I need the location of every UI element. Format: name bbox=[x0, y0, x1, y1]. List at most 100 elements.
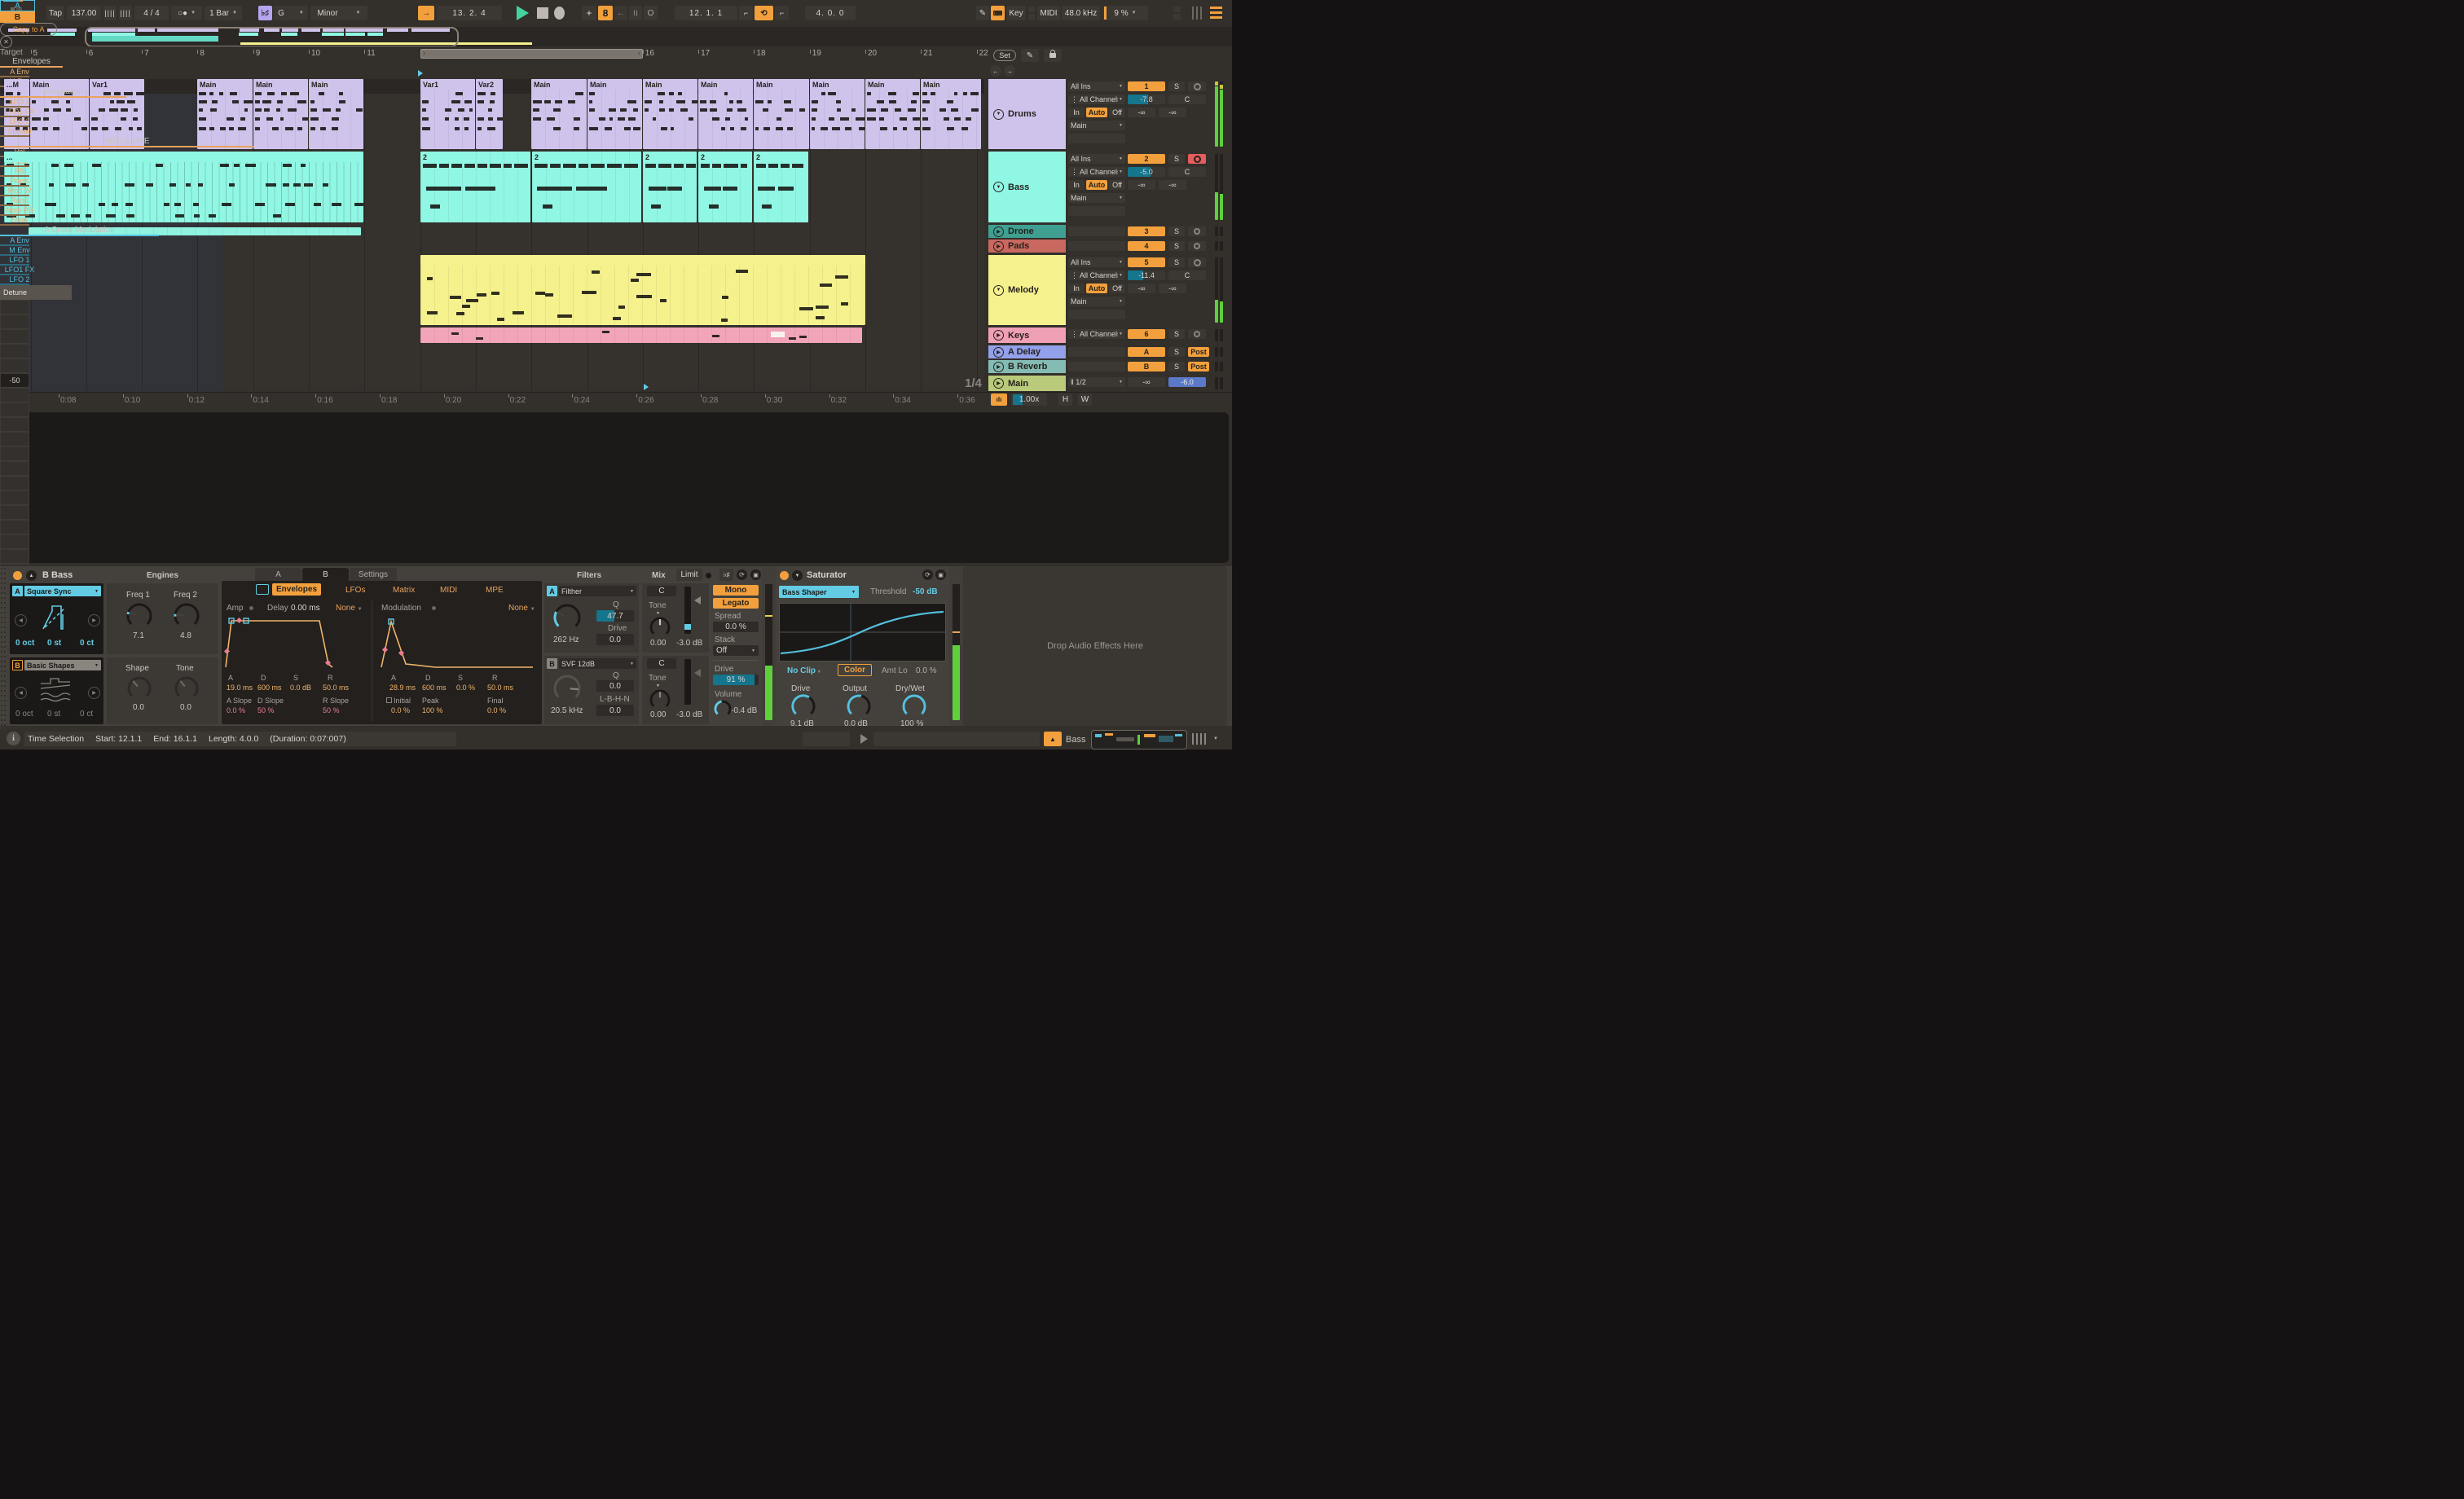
matrix-cell[interactable] bbox=[0, 549, 29, 564]
track-header-drone[interactable]: ▶ Drone 3 S bbox=[984, 225, 1232, 238]
shape-knob[interactable] bbox=[126, 675, 152, 706]
reenable-automation-button[interactable]: ← bbox=[614, 6, 627, 20]
meter-dropdown-icon[interactable]: ▼ bbox=[1213, 736, 1218, 741]
solo-button[interactable]: S bbox=[1168, 154, 1185, 164]
send-b-field[interactable]: -∞ bbox=[1159, 284, 1186, 293]
matrix-cell[interactable] bbox=[0, 417, 29, 432]
time-signature-field[interactable]: 4 / 4 bbox=[134, 6, 169, 20]
filter-a-drive-field[interactable]: 0.0 bbox=[596, 634, 634, 645]
prev-locator-button[interactable]: ← bbox=[990, 65, 1001, 77]
clip-drums[interactable]: Main bbox=[30, 79, 89, 149]
mod-env-dot[interactable] bbox=[432, 606, 436, 610]
freq2-value[interactable]: 4.8 bbox=[180, 631, 191, 640]
limit-button[interactable]: Limit bbox=[676, 569, 702, 581]
device-chain-thumbnail[interactable] bbox=[1091, 730, 1187, 750]
routing-extra-field[interactable] bbox=[1068, 134, 1125, 143]
matrix-row-label[interactable]: Detune bbox=[0, 285, 72, 300]
clip-bass[interactable]: 2 bbox=[643, 152, 697, 222]
legato-button[interactable]: Legato bbox=[713, 598, 759, 609]
amt-lo-value[interactable]: 0.0 % bbox=[916, 666, 937, 675]
routing-field[interactable] bbox=[1068, 347, 1125, 357]
session-record-button[interactable]: O bbox=[644, 6, 658, 20]
filter-a-freq-knob[interactable] bbox=[552, 603, 582, 636]
follow-button[interactable]: → bbox=[418, 6, 434, 20]
zoom-width-button[interactable]: W bbox=[1078, 393, 1092, 406]
matrix-cell[interactable] bbox=[0, 520, 29, 534]
time-ruler[interactable]: 0:08 0:10 0:12 0:14 0:16 0:18 0:20 0:22 0:24 0:26… bbox=[0, 392, 1232, 408]
draw-locator-button[interactable]: ✎ bbox=[1021, 49, 1039, 62]
arm-number-button[interactable]: 4 bbox=[1128, 241, 1165, 251]
bass-device-title[interactable]: B Bass bbox=[42, 570, 73, 580]
amp-delay-value[interactable]: 0.00 ms bbox=[291, 604, 320, 613]
scale-root-menu[interactable]: G ▼ bbox=[274, 6, 308, 20]
loop-start-field[interactable]: 12. 1. 1 bbox=[675, 6, 737, 20]
mod-envelope-graph[interactable] bbox=[378, 615, 538, 670]
mix-a-level-value[interactable]: -3.0 dB bbox=[676, 639, 702, 648]
clip-drums[interactable]: Main bbox=[865, 79, 920, 149]
amp-r-value[interactable]: 50.0 ms bbox=[323, 684, 349, 692]
clip-bass[interactable]: 2 bbox=[420, 152, 530, 222]
fold-closed-icon[interactable]: ▶ bbox=[993, 330, 1004, 341]
mod-final-value[interactable]: 0.0 % bbox=[487, 706, 506, 714]
post-toggle[interactable]: Post bbox=[1188, 362, 1209, 371]
sat-drywet-value[interactable]: 100 % bbox=[900, 719, 923, 728]
matrix-cell[interactable] bbox=[0, 402, 29, 417]
monitor-off[interactable]: Off bbox=[1109, 284, 1125, 293]
routing-field[interactable] bbox=[1068, 362, 1125, 371]
saturator-save-button[interactable]: ▣ bbox=[935, 569, 946, 580]
track-header-bass[interactable]: ▼ Bass All Ins ▼ ⋮ All Channels ▼ In Auto Off Mai… bbox=[984, 152, 1232, 222]
overdub-button[interactable]: + bbox=[582, 6, 596, 20]
clip-drums[interactable]: Main bbox=[253, 79, 308, 149]
output-routing-menu[interactable]: Main ▼ bbox=[1068, 121, 1125, 130]
tab-a[interactable]: A bbox=[255, 568, 301, 581]
output-meter-icon[interactable] bbox=[1192, 733, 1208, 745]
filter-a-freq-value[interactable]: 262 Hz bbox=[553, 635, 579, 644]
matrix-cell[interactable] bbox=[0, 490, 29, 505]
clip-drums[interactable]: Var2 bbox=[476, 79, 503, 149]
mod-r-value[interactable]: 50.0 ms bbox=[487, 684, 513, 692]
play-button[interactable] bbox=[517, 6, 529, 20]
optimize-view-button[interactable]: ılı bbox=[991, 393, 1007, 406]
nudge-down-button[interactable]: |||| bbox=[103, 6, 117, 20]
arm-number-button[interactable]: B bbox=[1128, 362, 1165, 371]
send-b-field[interactable]: -∞ bbox=[1159, 180, 1186, 190]
solo-button[interactable]: S bbox=[1168, 81, 1185, 91]
tap-tempo-button[interactable]: Tap bbox=[46, 6, 64, 20]
voice-volume-value[interactable]: -0.4 dB bbox=[731, 706, 757, 715]
matrix-cell[interactable] bbox=[0, 344, 29, 358]
cpu-meter[interactable]: 9 % ▼ bbox=[1102, 6, 1148, 20]
saturator-curve-menu[interactable]: Bass Shaper ▼ bbox=[779, 586, 859, 598]
arm-number-button[interactable]: A bbox=[1128, 347, 1165, 357]
matrix-cell[interactable] bbox=[0, 329, 29, 344]
overview-viewport[interactable] bbox=[85, 27, 459, 47]
quantize-menu[interactable]: 1 Bar ▼ bbox=[205, 6, 242, 20]
record-button[interactable] bbox=[1188, 329, 1206, 339]
loop-button[interactable]: ⟲ bbox=[755, 6, 773, 20]
solo-button[interactable]: S bbox=[1168, 329, 1185, 339]
tab-b[interactable]: B bbox=[302, 568, 349, 581]
osc-b-next-button[interactable]: ▶ bbox=[88, 687, 100, 699]
color-button[interactable]: Color bbox=[838, 664, 872, 676]
filter-b-freq-knob[interactable] bbox=[552, 674, 582, 707]
clip-melody[interactable] bbox=[420, 255, 865, 325]
stack-menu[interactable]: Off ▼ bbox=[713, 645, 759, 656]
mod-a-value[interactable]: 28.9 ms bbox=[389, 684, 416, 692]
fold-open-icon[interactable]: ▼ bbox=[993, 284, 1004, 296]
monitor-auto[interactable]: Auto bbox=[1086, 284, 1107, 293]
panel-toggle-icon[interactable] bbox=[1210, 7, 1222, 20]
amp-a-value[interactable]: 19.0 ms bbox=[227, 684, 253, 692]
record-button[interactable] bbox=[1188, 154, 1206, 164]
device-drop-area[interactable]: Drop Audio Effects Here bbox=[963, 566, 1227, 726]
zoom-height-button[interactable]: H bbox=[1058, 393, 1072, 406]
amp-rslope-value[interactable]: 50 % bbox=[323, 706, 340, 714]
fold-closed-icon[interactable]: ▶ bbox=[993, 378, 1004, 389]
matrix-cell[interactable] bbox=[0, 388, 29, 402]
track-name[interactable]: ▶ B Reverb bbox=[988, 360, 1066, 373]
track-name[interactable]: ▶ Pads bbox=[988, 240, 1066, 253]
track-name[interactable]: ▶ Keys bbox=[988, 327, 1066, 343]
key-map-button[interactable]: Key bbox=[1006, 6, 1026, 20]
filter-a-type-menu[interactable]: Filther ▼ bbox=[559, 586, 636, 596]
fold-closed-icon[interactable]: ▶ bbox=[993, 240, 1004, 252]
chain-select-field[interactable] bbox=[873, 732, 1040, 746]
record-button[interactable] bbox=[1188, 257, 1206, 267]
